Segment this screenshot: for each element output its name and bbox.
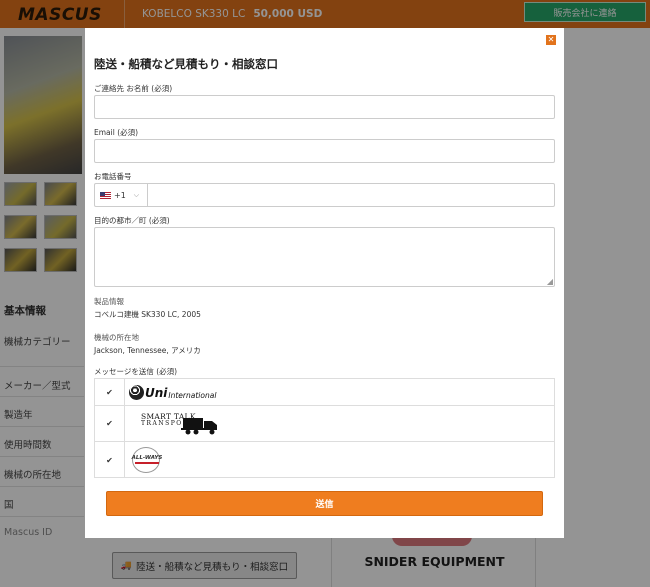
location-label: 機械の所在地: [94, 333, 139, 342]
transporter-table: ✔ Uni International ✔ SMART TALK TRANSPO…: [94, 378, 555, 478]
smart-talk-transport-logo: SMART TALK TRANSPORT: [129, 406, 221, 441]
product-info-label: 製品情報: [94, 297, 124, 306]
product-info-value: コベルコ建機 SK330 LC, 2005: [94, 310, 201, 319]
destination-textarea[interactable]: ◢: [94, 227, 555, 287]
table-row: ✔ ALL-WAYS: [95, 442, 554, 478]
modal-title: 陸送・船積など見積もり・相談窓口: [94, 57, 278, 71]
close-icon[interactable]: ✕: [546, 35, 556, 45]
email-label: Email (必須): [94, 128, 139, 137]
name-input[interactable]: [94, 95, 555, 119]
name-label: ご連絡先 お名前 (必須): [94, 84, 173, 93]
message-label: メッセージを送信 (必須): [94, 367, 178, 376]
all-ways-logo: ALL-WAYS: [129, 442, 165, 478]
country-code: +1: [114, 190, 126, 200]
uni-international-logo: Uni International: [129, 379, 216, 405]
transporter-checkbox[interactable]: ✔: [106, 420, 113, 428]
truck-icon: [181, 417, 217, 434]
destination-label: 目的の都市／町 (必須): [94, 216, 170, 225]
submit-button[interactable]: 送信: [106, 491, 543, 516]
transporter-checkbox[interactable]: ✔: [106, 388, 113, 396]
table-row: ✔ Uni International: [95, 379, 554, 406]
transporter-checkbox[interactable]: ✔: [106, 456, 113, 464]
phone-input[interactable]: +1 ⌵: [94, 183, 555, 207]
table-row: ✔ SMART TALK TRANSPORT: [95, 406, 554, 442]
country-code-select[interactable]: +1 ⌵: [95, 184, 148, 206]
globe-icon: [129, 384, 144, 400]
checkbox-cell: ✔: [95, 406, 125, 441]
chevron-down-icon: ⌵: [133, 190, 140, 199]
phone-label: お電話番号: [94, 172, 132, 181]
checkbox-cell: ✔: [95, 442, 125, 478]
resize-handle-icon[interactable]: ◢: [547, 277, 553, 286]
us-flag-icon: [100, 191, 111, 199]
checkbox-cell: ✔: [95, 379, 125, 405]
transport-quote-modal: ✕ 陸送・船積など見積もり・相談窓口 ご連絡先 お名前 (必須) Email (…: [85, 28, 564, 538]
location-value: Jackson, Tennessee, アメリカ: [94, 346, 201, 355]
email-input[interactable]: [94, 139, 555, 163]
